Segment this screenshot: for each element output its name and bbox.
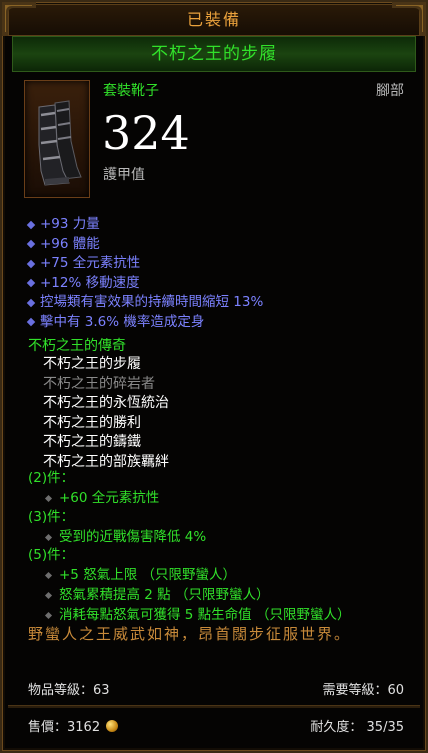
item-icon-frame <box>24 80 90 198</box>
affix-bullet-icon <box>26 279 36 288</box>
set-bonus-3: (3)件： 受到的近戰傷害降低 4% <box>28 507 206 547</box>
item-tooltip: 已裝備 不朽之王的步履 套裝靴子 腳部 324 護甲值 +93 力量 +96 體… <box>0 0 428 753</box>
footer-divider <box>8 705 420 708</box>
boots-icon <box>38 100 82 186</box>
set-bonus-line: 怒氣累積提高 2 點 （只限野蠻人） <box>28 585 350 605</box>
set-bonus-5: (5)件： +5 怒氣上限 （只限野蠻人） 怒氣累積提高 2 點 （只限野蠻人）… <box>28 545 350 625</box>
sell-price-label: 售價：3162 <box>28 720 101 735</box>
item-level: 物品等級：63 <box>28 683 110 698</box>
affix: +93 力量 <box>26 215 263 235</box>
durability: 耐久度： 35/35 <box>310 720 404 735</box>
set-bonus-label: (3)件： <box>28 509 75 525</box>
sell-price: 售價：3162 <box>28 716 119 735</box>
affix: 控場類有害效果的持續時間縮短 13% <box>26 293 263 313</box>
set-piece: 不朽之王的永恆統治 <box>43 395 169 411</box>
set-bonus-label: (5)件： <box>28 547 75 563</box>
item-slot: 腳部 <box>376 83 404 99</box>
set-bonus-line: +5 怒氣上限 （只限野蠻人） <box>28 565 350 585</box>
set-piece: 不朽之王的步履 <box>43 356 141 372</box>
set-piece: 不朽之王的勝利 <box>43 414 141 431</box>
bonus-bullet-icon <box>44 571 53 579</box>
affix-bullet-icon <box>26 318 36 327</box>
armor-label: 護甲值 <box>103 167 145 183</box>
set-title: 不朽之王的傳奇 <box>28 338 126 354</box>
bonus-bullet-icon <box>44 611 53 619</box>
set-piece: 不朽之王的鑄鐵 <box>43 434 141 450</box>
bonus-bullet-icon <box>44 591 53 599</box>
armor-value: 324 <box>102 106 190 160</box>
set-bonus-line: +60 全元素抗性 <box>28 488 159 508</box>
affix: +12% 移動速度 <box>26 274 263 294</box>
affix: +96 體能 <box>26 235 263 255</box>
affix-bullet-icon <box>26 298 36 307</box>
set-piece-missing: 不朽之王的碎岩者 <box>43 375 155 392</box>
affix: +75 全元素抗性 <box>26 254 263 274</box>
affix-bullet-icon <box>26 240 36 249</box>
corner-ornament-left <box>2 2 36 36</box>
corner-ornament-right <box>392 2 426 36</box>
set-bonus-label: (2)件： <box>28 470 75 486</box>
set-bonus-line: 受到的近戰傷害降低 4% <box>28 527 206 547</box>
gold-coin-icon <box>106 719 119 732</box>
item-name: 不朽之王的步履 <box>12 36 416 72</box>
bonus-bullet-icon <box>44 494 53 502</box>
set-bonus-line: 消耗每點怒氣可獲得 5 點生命值 （只限野蠻人） <box>28 605 350 625</box>
set-piece-list: 不朽之王的步履 不朽之王的碎岩者 不朽之王的永恆統治 不朽之王的勝利 不朽之王的… <box>43 355 169 472</box>
required-level: 需要等級：60 <box>322 683 404 698</box>
bonus-bullet-icon <box>44 533 53 541</box>
equipped-label: 已裝備 <box>8 4 420 36</box>
affix-bullet-icon <box>26 259 36 268</box>
set-bonus-2: (2)件： +60 全元素抗性 <box>28 468 159 508</box>
affix: 擊中有 3.6% 機率造成定身 <box>26 313 263 333</box>
affix-bullet-icon <box>26 220 36 229</box>
affix-list: +93 力量 +96 體能 +75 全元素抗性 +12% 移動速度 控場類有害效… <box>26 215 263 333</box>
flavor-text: 野蠻人之王威武如神，昂首闊步征服世界。 <box>28 625 352 643</box>
item-type: 套裝靴子 <box>103 83 159 99</box>
